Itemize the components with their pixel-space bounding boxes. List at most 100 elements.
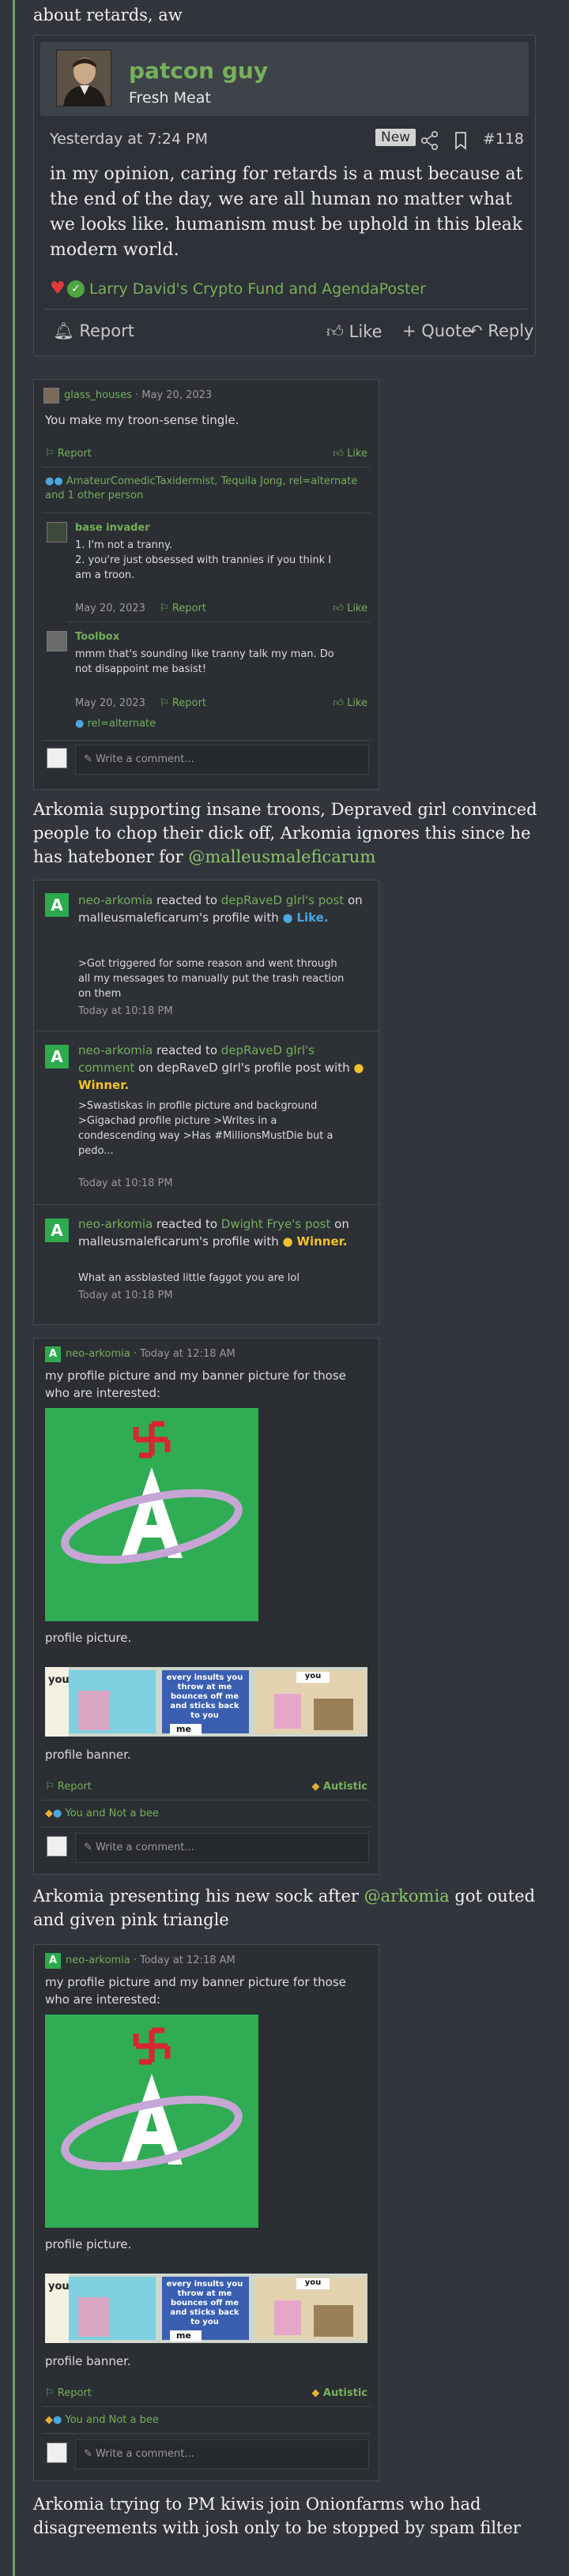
author-link[interactable]: glass_houses	[64, 389, 132, 401]
placeholder-text: Write a comment...	[96, 2448, 194, 2460]
report-label: Report	[171, 697, 206, 709]
comment-author[interactable]: base invader	[75, 522, 150, 534]
like-label: Like	[347, 697, 367, 709]
report-link[interactable]: ⚐ Report	[160, 603, 206, 614]
comment-author[interactable]: Toolbox	[75, 631, 119, 643]
user-title: Fresh Meat	[129, 89, 211, 107]
write-comment-input[interactable]: ✎ Write a comment...	[75, 745, 369, 775]
commentary-body: Arkomia presenting his new sock after	[33, 1887, 359, 1906]
reactors-text[interactable]: AmateurComedicTaxidermist, Tequila Jong,…	[45, 475, 357, 501]
alert-actor[interactable]: neo-arkomia	[78, 1043, 153, 1057]
like-link[interactable]: 👍︎ Like	[333, 697, 367, 709]
report-link[interactable]: ⚐ Report	[45, 1781, 92, 1793]
report-link[interactable]: ⚐ Report	[160, 697, 206, 709]
report-label: Report	[171, 603, 206, 614]
quote-bar	[13, 0, 15, 2576]
comment-line: mmm that's sounding like tranny talk my …	[75, 648, 334, 660]
commentary-text: Arkomia supporting insane troons, Deprav…	[33, 798, 547, 869]
intro-line: my profile picture and my banner picture…	[45, 1369, 346, 1383]
avatar[interactable]	[56, 50, 111, 107]
banner-you-label: you	[48, 2281, 70, 2292]
alert-target[interactable]: depRaveD gIrl's post	[221, 893, 344, 907]
alert-actor[interactable]: neo-arkomia	[78, 1217, 153, 1231]
new-badge: New	[375, 129, 416, 146]
report-button[interactable]: 🔔︎ Report	[53, 321, 134, 341]
like-link[interactable]: 👍︎ Like	[333, 603, 367, 614]
comment-line: 2. you're just obsessed with trannies if…	[75, 554, 332, 566]
alert-item[interactable]: neo-arkomia reacted to Dwight Frye's pos…	[78, 1215, 371, 1250]
heart-icon: ♥	[50, 279, 66, 299]
write-comment-input[interactable]: ✎ Write a comment...	[75, 2439, 369, 2469]
post-time: Today at 12:18 AM	[140, 1348, 236, 1360]
author-link[interactable]: neo-arkomia	[66, 1955, 130, 1966]
alert-excerpt: >Got triggered for some reason and went …	[78, 956, 344, 1001]
like-link[interactable]: 👍︎ Like	[333, 448, 367, 460]
intro-text: about retards, aw	[33, 6, 183, 24]
alert-verb: reacted to	[156, 893, 218, 907]
banner-caption: every insults you throw at me bounces of…	[166, 2280, 243, 2326]
avatar	[47, 522, 67, 543]
reactors-list[interactable]: ●● AmateurComedicTaxidermist, Tequila Jo…	[45, 475, 361, 503]
excerpt-line: pedo...	[78, 1145, 114, 1157]
user-mention-link[interactable]: @arkomia	[364, 1887, 450, 1906]
reaction-icons: ●●	[45, 475, 63, 487]
alert-actor[interactable]: neo-arkomia	[78, 893, 153, 907]
author-link[interactable]: neo-arkomia	[66, 1348, 130, 1360]
alert-target[interactable]: Dwight Frye's post	[221, 1217, 331, 1231]
embedded-screenshot-2: A neo-arkomia reacted to depRaveD gIrl's…	[33, 880, 380, 1325]
reaction-icons: ◆	[45, 2414, 53, 2426]
share-icon[interactable]	[420, 130, 440, 151]
like-label: Like	[347, 603, 367, 614]
like-button[interactable]: 👍︎ Like	[326, 321, 382, 342]
profile-banner-image[interactable]: you every insults you throw at me bounce…	[45, 1667, 367, 1737]
profile-banner-image[interactable]: you every insults you throw at me bounce…	[45, 2274, 367, 2343]
bookmark-icon[interactable]	[451, 130, 470, 151]
quote-button[interactable]: + Quote	[402, 321, 472, 340]
diamond-icon: ◆	[311, 2387, 320, 2399]
comment-reactors[interactable]: ● rel=alternate	[75, 718, 156, 730]
reactors-list[interactable]: ◆● You and Not a bee	[45, 1808, 159, 1819]
excerpt-line: all my messages to manually put the tras…	[78, 973, 345, 985]
excerpt-line: condescending way >Has #MillionsMustDie …	[78, 1130, 333, 1142]
banner-me-label: me	[176, 1724, 191, 1734]
reply-button[interactable]: ↶ Reply	[469, 321, 533, 340]
avatar: A	[45, 1346, 61, 1362]
reactors-text[interactable]: You and Not a bee	[65, 2414, 158, 2426]
divider	[42, 2433, 371, 2434]
profile-picture-image[interactable]	[45, 1408, 258, 1621]
avatar	[47, 1836, 67, 1857]
reactors-list[interactable]: ◆● You and Not a bee	[45, 2414, 159, 2426]
avatar: A	[45, 1045, 69, 1068]
autistic-reaction[interactable]: ◆ Autistic	[311, 2387, 367, 2399]
alert-verb: reacted to	[156, 1043, 218, 1057]
alert-excerpt: What an assblasted little faggot you are…	[78, 1272, 300, 1284]
banner-caption-text: profile banner.	[45, 1748, 131, 1762]
reactions-text[interactable]: Larry David's Crypto Fund and AgendaPost…	[89, 280, 426, 298]
post-number[interactable]: #118	[483, 130, 524, 148]
report-link[interactable]: ⚐ Report	[45, 2387, 92, 2399]
alert-item[interactable]: neo-arkomia reacted to depRaveD gIrl's c…	[78, 1042, 371, 1094]
write-comment-input[interactable]: ✎ Write a comment...	[75, 1833, 369, 1863]
post-body: in my opinion, caring for retards is a m…	[50, 164, 523, 260]
report-link[interactable]: ⚐ Report	[45, 448, 92, 460]
logo-art	[45, 2015, 258, 2228]
profile-post-intro: my profile picture and my banner picture…	[45, 1367, 346, 1402]
post-username[interactable]: patcon guy	[129, 58, 268, 84]
post-actions: 🔔︎ Report 👍︎ Like + Quote ↶ Reply	[50, 321, 533, 345]
comment-placeholder: ✎ Write a comment...	[84, 1842, 194, 1853]
comment-date: May 20, 2023	[75, 697, 145, 709]
user-mention-link[interactable]: @malleusmaleficarum	[188, 847, 375, 866]
alert-time: Today at 10:18 PM	[78, 1177, 173, 1189]
embedded-screenshot-4: A neo-arkomia · Today at 12:18 AM my pro…	[33, 1944, 379, 2481]
intro-line: who are interested:	[45, 1386, 161, 1400]
post-timestamp[interactable]: Yesterday at 7:24 PM	[50, 130, 208, 148]
alert-item[interactable]: neo-arkomia reacted to depRaveD gIrl's p…	[78, 892, 371, 926]
profile-picture-image[interactable]	[45, 2015, 258, 2228]
reactors-text[interactable]: You and Not a bee	[65, 1808, 158, 1819]
profile-post-meta: neo-arkomia · Today at 12:18 AM	[66, 1955, 236, 1966]
comment-placeholder: ✎ Write a comment...	[84, 2448, 194, 2460]
avatar	[47, 748, 67, 768]
reactor-text[interactable]: rel=alternate	[87, 718, 156, 730]
divider	[34, 1204, 380, 1205]
autistic-reaction[interactable]: ◆ Autistic	[311, 1781, 367, 1793]
